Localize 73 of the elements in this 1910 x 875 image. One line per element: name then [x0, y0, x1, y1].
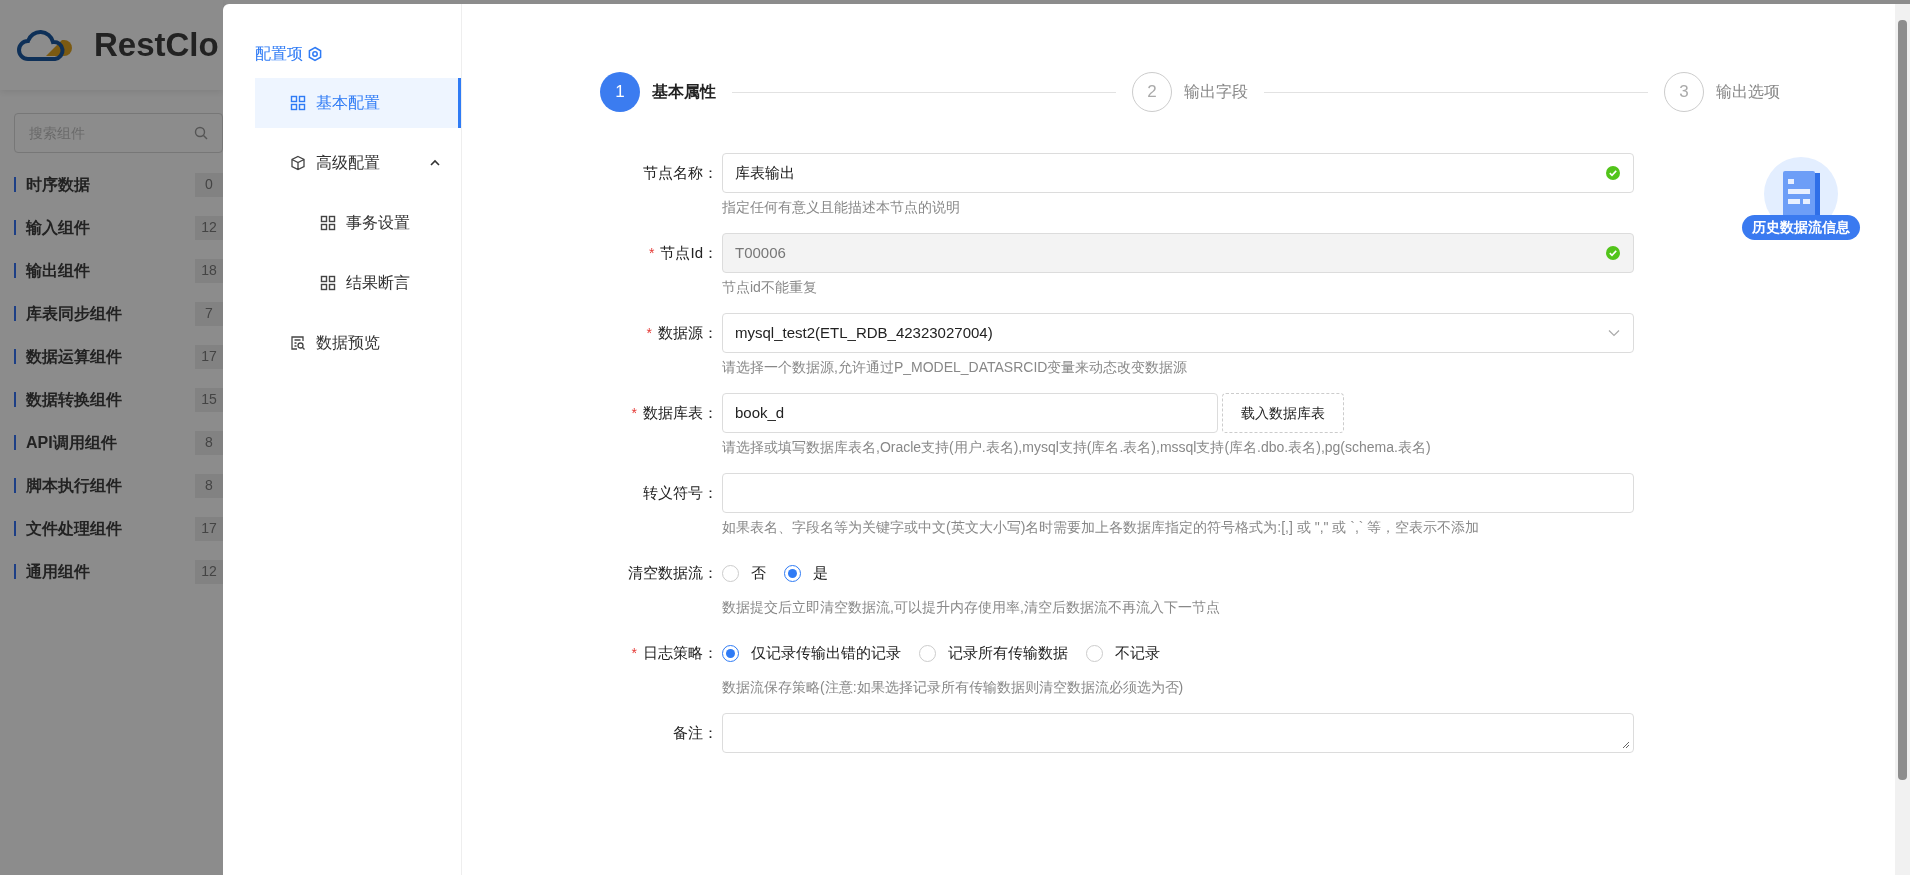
field-label: 备注： [673, 722, 718, 743]
field-label: 节点名称： [643, 162, 718, 183]
step[interactable]: 2 输出字段 [1132, 72, 1248, 112]
radio-option[interactable]: 仅记录传输出错的记录 [722, 641, 901, 665]
radio-option[interactable]: 否 [722, 561, 766, 585]
radio-option[interactable]: 是 [784, 561, 828, 585]
logo-text: RestClo [94, 25, 219, 66]
nav-item[interactable]: 结果断言 [255, 258, 461, 308]
count-badge: 17 [195, 516, 223, 541]
category-item[interactable]: 脚本执行组件 8 [0, 464, 223, 507]
help-text: 请选择一个数据源,允许通过P_MODEL_DATASRCID变量来动态改变数据源 [722, 358, 1189, 377]
help-text: 指定任何有意义且能描述本节点的说明 [722, 198, 961, 217]
step[interactable]: 3 输出选项 [1664, 72, 1780, 112]
search-icon [194, 126, 208, 140]
check-icon [1605, 245, 1621, 261]
select-field[interactable]: mysql_test2(ETL_RDB_42323027004) [722, 313, 1634, 353]
required-mark: * [646, 323, 652, 343]
help-text: 数据流保存策略(注意:如果选择记录所有传输数据则清空数据流必须选为否) [722, 678, 1185, 697]
field-label: 清空数据流： [628, 562, 718, 583]
nav-item[interactable]: 数据预览 [255, 318, 461, 368]
count-badge: 12 [195, 559, 223, 584]
history-button[interactable]: 历史数据流信息 [1742, 215, 1860, 240]
count-badge: 8 [195, 473, 223, 498]
document-icon [1781, 169, 1821, 217]
count-badge: 7 [195, 301, 223, 326]
radio-option[interactable]: 记录所有传输数据 [919, 641, 1068, 665]
count-badge: 15 [195, 387, 223, 412]
nav-title: 配置项 [255, 44, 303, 64]
help-text: 如果表名、字段名等为关键字或中文(英文大小写)名时需要加上各数据库指定的符号格式为:[,] 或 "," 或 `,` 等，空表示不添加 [722, 518, 1481, 537]
field-label: 转义符号： [643, 482, 718, 503]
grid-icon [290, 95, 306, 111]
count-badge: 0 [195, 172, 223, 197]
count-badge: 17 [195, 344, 223, 369]
check-icon [1605, 165, 1621, 181]
required-mark: * [649, 243, 655, 263]
notes-field[interactable] [722, 713, 1634, 753]
category-item[interactable]: 数据运算组件 17 [0, 335, 223, 378]
count-badge: 8 [195, 430, 223, 455]
field-label: 日志策略： [643, 642, 718, 663]
field-label: 数据库表： [643, 402, 718, 423]
category-item[interactable]: 库表同步组件 7 [0, 292, 223, 335]
category-item[interactable]: API调用组件 8 [0, 421, 223, 464]
nav-item[interactable]: 基本配置 [255, 78, 461, 128]
category-item[interactable]: 输出组件 18 [0, 249, 223, 292]
count-badge: 12 [195, 215, 223, 240]
resize-handle-icon [1622, 741, 1630, 749]
required-mark: * [631, 643, 637, 663]
count-badge: 18 [195, 258, 223, 283]
nav-item[interactable]: 高级配置 [255, 138, 461, 188]
settings-icon [307, 46, 323, 62]
category-item[interactable]: 时序数据 0 [0, 163, 223, 206]
cube-icon [290, 155, 306, 171]
category-item[interactable]: 数据转换组件 15 [0, 378, 223, 421]
category-item[interactable]: 输入组件 12 [0, 206, 223, 249]
scrollbar-thumb[interactable] [1898, 20, 1907, 780]
required-mark: * [631, 403, 637, 423]
preview-icon [290, 335, 306, 351]
help-text: 节点id不能重复 [722, 278, 818, 297]
help-text: 请选择或填写数据库表名,Oracle支持(用户.表名),mysql支持(库名.表名),mssql支持(库名.dbo.表名),pg(schema.表名) [722, 438, 1432, 457]
radio-option[interactable]: 不记录 [1086, 641, 1160, 665]
text-field[interactable]: 库表输出 [722, 153, 1634, 193]
field-label: 数据源： [658, 322, 718, 343]
text-field[interactable]: book_d [722, 393, 1218, 433]
load-tables-button[interactable]: 载入数据库表 [1222, 393, 1344, 433]
category-item[interactable]: 文件处理组件 17 [0, 507, 223, 550]
grid-icon [320, 215, 336, 231]
nav-item[interactable]: 事务设置 [255, 198, 461, 248]
grid-icon [320, 275, 336, 291]
text-field[interactable] [722, 473, 1634, 513]
category-item[interactable]: 通用组件 12 [0, 550, 223, 593]
step[interactable]: 1 基本属性 [600, 72, 716, 112]
help-text: 数据提交后立即清空数据流,可以提升内存使用率,清空后数据流不再流入下一节点 [722, 598, 1221, 617]
field-label: 节点Id： [660, 242, 718, 263]
